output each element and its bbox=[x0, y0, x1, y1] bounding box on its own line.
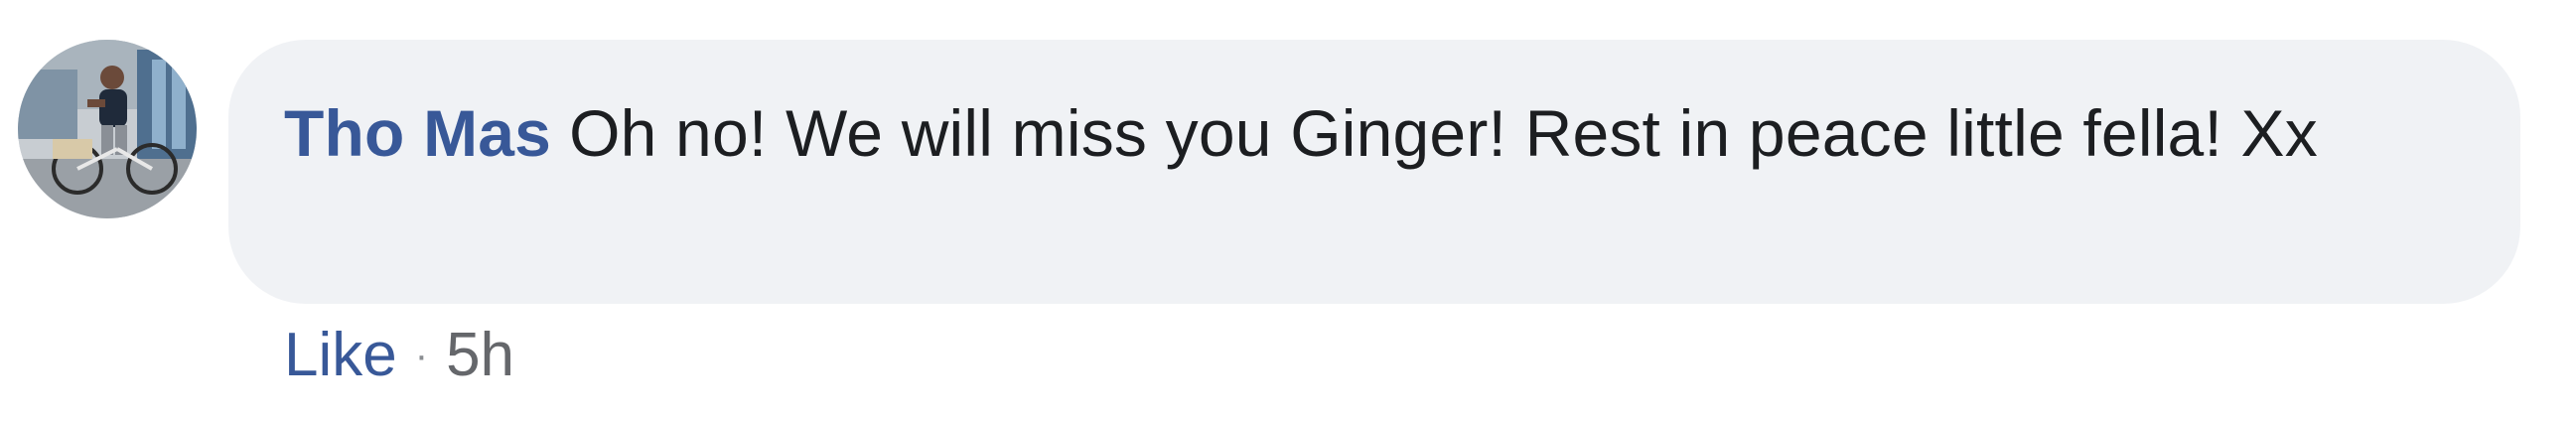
comment-timestamp[interactable]: 5h bbox=[446, 321, 514, 389]
comment: Tho Mas Oh no! We will miss you Ginger! R… bbox=[0, 0, 2576, 421]
like-button[interactable]: Like bbox=[284, 321, 397, 389]
avatar-photo bbox=[18, 40, 197, 218]
comment-body: Oh no! We will miss you Ginger! Rest in … bbox=[569, 96, 2318, 170]
avatar[interactable] bbox=[18, 40, 197, 218]
comment-bubble: Tho Mas Oh no! We will miss you Ginger! R… bbox=[228, 40, 2520, 304]
comment-actions: Like · 5h bbox=[284, 316, 514, 399]
separator-dot: · bbox=[414, 333, 429, 377]
comment-text: Tho Mas Oh no! We will miss you Ginger! R… bbox=[284, 91, 2461, 175]
author-name-link[interactable]: Tho Mas bbox=[284, 96, 551, 170]
